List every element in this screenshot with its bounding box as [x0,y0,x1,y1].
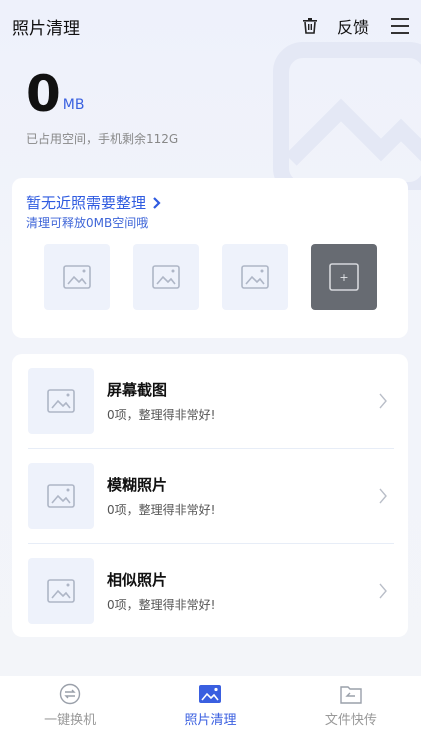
storage-subtitle: 已占用空间，手机剩余112G [26,132,179,146]
nav-label: 一键换机 [44,713,97,728]
category-name: 相似照片 [107,571,168,589]
add-icon: + [329,263,359,291]
add-photo-button[interactable]: + [311,244,377,310]
storage-usage: 0 MB 已占用空间，手机剩余112G [26,66,178,147]
add-label: + [339,271,348,284]
trash-icon[interactable] [301,17,319,35]
chevron-right-icon [379,583,387,599]
photo-placeholder [44,244,110,310]
recent-photos-link[interactable]: 暂无近照需要整理 [26,192,162,213]
nav-item-file-transfer[interactable]: 文件快传 [281,676,421,730]
bottom-nav: 一键换机 照片清理 文件快传 [0,676,421,730]
category-desc: 0项，整理得非常好! [107,408,216,422]
image-icon [241,265,269,289]
photo-icon [198,683,222,705]
recent-photos-card: 暂无近照需要整理 清理可释放0MB空间哦 + [12,178,408,338]
photo-placeholder [222,244,288,310]
category-name: 屏幕截图 [107,381,168,399]
recent-thumbnails: + [44,244,377,310]
image-icon [152,265,180,289]
category-thumbnail [28,558,94,624]
header-actions: 反馈 [301,14,409,38]
category-row-screenshots[interactable]: 屏幕截图 0项，整理得非常好! [12,354,408,448]
feedback-button[interactable]: 反馈 [337,14,369,38]
category-thumbnail [28,368,94,434]
photo-placeholder [133,244,199,310]
image-icon [47,484,75,508]
category-text: 相似照片 0项，整理得非常好! [107,569,215,613]
categories-card: 屏幕截图 0项，整理得非常好! 模糊照片 0项，整理得非常好! 相似照片 0项，… [12,354,408,637]
recent-title: 暂无近照需要整理 [26,194,147,212]
page-title: 照片清理 [12,18,80,39]
nav-label: 照片清理 [184,713,237,728]
image-icon [63,265,91,289]
used-size-value: 0 [26,65,61,123]
image-icon [47,389,75,413]
menu-icon[interactable] [391,18,409,34]
category-desc: 0项，整理得非常好! [107,598,216,612]
file-transfer-icon [339,683,363,705]
category-text: 模糊照片 0项，整理得非常好! [107,474,215,518]
image-icon [47,579,75,603]
nav-item-photo-cleanup[interactable]: 照片清理 [140,676,280,730]
chevron-right-icon [153,196,161,209]
nav-item-switch-phone[interactable]: 一键换机 [0,676,140,730]
swap-icon [58,683,82,705]
chevron-right-icon [379,488,387,504]
used-size-unit: MB [62,97,85,113]
app-header: 照片清理 反馈 [0,0,421,52]
category-row-similar[interactable]: 相似照片 0项，整理得非常好! [12,544,408,638]
chevron-right-icon [379,393,387,409]
category-text: 屏幕截图 0项，整理得非常好! [107,379,215,423]
nav-label: 文件快传 [324,713,377,728]
category-name: 模糊照片 [107,476,168,494]
category-desc: 0项，整理得非常好! [107,503,216,517]
decorative-photo-icon [273,42,421,190]
recent-subtitle: 清理可释放0MB空间哦 [26,216,149,230]
category-thumbnail [28,463,94,529]
category-row-blurry[interactable]: 模糊照片 0项，整理得非常好! [12,449,408,543]
